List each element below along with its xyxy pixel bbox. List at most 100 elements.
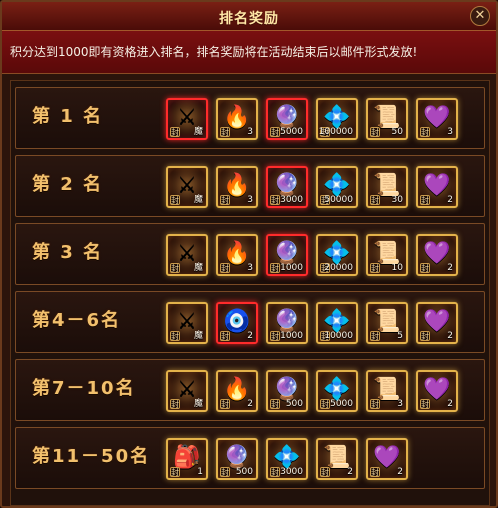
item-count: 3 bbox=[247, 127, 253, 137]
dark-orb-icon: 💠 bbox=[323, 173, 351, 199]
bound-icon: 封 bbox=[370, 263, 380, 273]
purple-pearl-icon: 💜 bbox=[373, 445, 401, 471]
reward-list: 第 1 名 ⚔ 封魔 🔥 封 3 🔮 封 5000 💠 封 100000 📜 封 50 💜 封 3 第 2 名 ⚔ 封魔… bbox=[10, 80, 490, 506]
rank-label: 第 3 名 bbox=[32, 242, 104, 263]
scroll-icon: 📜 bbox=[373, 173, 401, 199]
item-count: 魔 bbox=[193, 127, 203, 137]
reward-item-purple-pearl-icon[interactable]: 💜 封 2 bbox=[416, 234, 458, 276]
notice-banner: 积分达到1000即有资格进入排名，排名奖励将在活动结束后以邮件形式发放! bbox=[2, 31, 496, 74]
reward-item-blue-orb-icon[interactable]: 🔮 封 1000 bbox=[266, 234, 308, 276]
reward-item-blue-orb-icon[interactable]: 🔮 封 500 bbox=[216, 438, 258, 480]
item-count: 500 bbox=[235, 467, 253, 477]
reward-item-dark-orb-icon[interactable]: 💠 封 20000 bbox=[316, 234, 358, 276]
blue-orb-icon: 🔮 bbox=[273, 309, 301, 335]
blue-orb-icon: 🔮 bbox=[273, 105, 301, 131]
reward-item-purple-pearl-icon[interactable]: 💜 封 2 bbox=[416, 370, 458, 412]
item-count: 1000 bbox=[280, 263, 303, 273]
reward-item-sword-icon[interactable]: ⚔ 封魔 bbox=[166, 370, 208, 412]
reward-item-fire-bag-icon[interactable]: 🔥 封 3 bbox=[216, 98, 258, 140]
blue-orb-icon: 🔮 bbox=[273, 173, 301, 199]
fire-bag-icon: 🔥 bbox=[223, 241, 251, 267]
dark-orb-icon: 💠 bbox=[273, 445, 301, 471]
blue-orb-icon: 🔮 bbox=[223, 445, 251, 471]
item-count: 1000 bbox=[280, 331, 303, 341]
reward-item-sword-icon[interactable]: ⚔ 封魔 bbox=[166, 302, 208, 344]
reward-item-scroll-icon[interactable]: 📜 封 2 bbox=[316, 438, 358, 480]
item-count: 2 bbox=[347, 467, 353, 477]
reward-item-sword-icon[interactable]: ⚔ 封魔 bbox=[166, 166, 208, 208]
reward-item-dark-orb-icon[interactable]: 💠 封 100000 bbox=[316, 98, 358, 140]
item-count: 10 bbox=[391, 263, 403, 273]
scroll-icon: 📜 bbox=[373, 309, 401, 335]
dark-orb-icon: 💠 bbox=[323, 105, 351, 131]
item-count: 5000 bbox=[330, 399, 353, 409]
ranking-rewards-window: 排名奖励 ✕ 积分达到1000即有资格进入排名，排名奖励将在活动结束后以邮件形式… bbox=[0, 0, 498, 508]
close-icon[interactable]: ✕ bbox=[470, 6, 490, 26]
item-count: 3 bbox=[447, 127, 453, 137]
reward-item-blue-bag-icon[interactable]: 🧿 封 2 bbox=[216, 302, 258, 344]
reward-row: 第11－50名 🎒 封 1 🔮 封 500 💠 封 3000 📜 封 2 💜 封 2 bbox=[15, 427, 485, 489]
rank-label: 第 2 名 bbox=[32, 174, 104, 195]
bound-icon: 封 bbox=[270, 195, 280, 205]
bound-icon: 封 bbox=[370, 127, 380, 137]
item-count: 500 bbox=[285, 399, 303, 409]
bound-icon: 封 bbox=[220, 331, 230, 341]
fire-bag-icon: 🔥 bbox=[223, 377, 251, 403]
reward-item-purple-pearl-icon[interactable]: 💜 封 2 bbox=[416, 166, 458, 208]
reward-item-scroll-icon[interactable]: 📜 封 30 bbox=[366, 166, 408, 208]
item-count: 2 bbox=[397, 467, 403, 477]
item-count: 100000 bbox=[318, 127, 353, 137]
bound-icon: 封 bbox=[270, 263, 280, 273]
reward-item-fire-bag-icon[interactable]: 🔥 封 3 bbox=[216, 166, 258, 208]
bound-icon: 封 bbox=[170, 331, 180, 341]
item-count: 魔 bbox=[193, 399, 203, 409]
bound-icon: 封 bbox=[220, 263, 230, 273]
reward-item-blue-orb-icon[interactable]: 🔮 封 5000 bbox=[266, 98, 308, 140]
reward-item-scroll-icon[interactable]: 📜 封 3 bbox=[366, 370, 408, 412]
item-count: 2 bbox=[447, 263, 453, 273]
bound-icon: 封 bbox=[170, 467, 180, 477]
scroll-icon: 📜 bbox=[373, 105, 401, 131]
bound-icon: 封 bbox=[170, 127, 180, 137]
rank-label: 第 1 名 bbox=[32, 106, 104, 127]
reward-item-scroll-icon[interactable]: 📜 封 50 bbox=[366, 98, 408, 140]
reward-item-sword-icon[interactable]: ⚔ 封魔 bbox=[166, 98, 208, 140]
blue-bag-icon: 🧿 bbox=[223, 309, 251, 335]
reward-row: 第 2 名 ⚔ 封魔 🔥 封 3 🔮 封 3000 💠 封 50000 📜 封 30 💜 封 2 bbox=[15, 155, 485, 217]
reward-item-scroll-icon[interactable]: 📜 封 5 bbox=[366, 302, 408, 344]
reward-item-blue-orb-icon[interactable]: 🔮 封 500 bbox=[266, 370, 308, 412]
reward-item-sword-icon[interactable]: ⚔ 封魔 bbox=[166, 234, 208, 276]
item-count: 魔 bbox=[193, 195, 203, 205]
purple-pearl-icon: 💜 bbox=[423, 241, 451, 267]
reward-item-green-bag-icon[interactable]: 🎒 封 1 bbox=[166, 438, 208, 480]
reward-item-dark-orb-icon[interactable]: 💠 封 50000 bbox=[316, 166, 358, 208]
reward-item-dark-orb-icon[interactable]: 💠 封 5000 bbox=[316, 370, 358, 412]
reward-item-dark-orb-icon[interactable]: 💠 封 10000 bbox=[316, 302, 358, 344]
notice-text: 积分达到1000即有资格进入排名，排名奖励将在活动结束后以邮件形式发放! bbox=[10, 45, 418, 59]
bound-icon: 封 bbox=[220, 195, 230, 205]
reward-item-purple-pearl-icon[interactable]: 💜 封 2 bbox=[416, 302, 458, 344]
bound-icon: 封 bbox=[370, 467, 380, 477]
bound-icon: 封 bbox=[370, 399, 380, 409]
window-title: 排名奖励 bbox=[219, 11, 279, 27]
purple-pearl-icon: 💜 bbox=[423, 377, 451, 403]
title-bar: 排名奖励 ✕ bbox=[2, 2, 496, 31]
bound-icon: 封 bbox=[420, 399, 430, 409]
item-count: 3 bbox=[397, 399, 403, 409]
reward-item-dark-orb-icon[interactable]: 💠 封 3000 bbox=[266, 438, 308, 480]
reward-item-blue-orb-icon[interactable]: 🔮 封 1000 bbox=[266, 302, 308, 344]
fire-bag-icon: 🔥 bbox=[223, 173, 251, 199]
blue-orb-icon: 🔮 bbox=[273, 377, 301, 403]
bound-icon: 封 bbox=[320, 399, 330, 409]
item-count: 2 bbox=[447, 399, 453, 409]
reward-item-scroll-icon[interactable]: 📜 封 10 bbox=[366, 234, 408, 276]
reward-item-fire-bag-icon[interactable]: 🔥 封 3 bbox=[216, 234, 258, 276]
reward-item-purple-pearl-icon[interactable]: 💜 封 3 bbox=[416, 98, 458, 140]
reward-item-fire-bag-icon[interactable]: 🔥 封 2 bbox=[216, 370, 258, 412]
reward-row: 第 3 名 ⚔ 封魔 🔥 封 3 🔮 封 1000 💠 封 20000 📜 封 10 💜 封 2 bbox=[15, 223, 485, 285]
bound-icon: 封 bbox=[420, 263, 430, 273]
bound-icon: 封 bbox=[320, 467, 330, 477]
purple-pearl-icon: 💜 bbox=[423, 105, 451, 131]
reward-item-purple-pearl-icon[interactable]: 💜 封 2 bbox=[366, 438, 408, 480]
reward-item-blue-orb-icon[interactable]: 🔮 封 3000 bbox=[266, 166, 308, 208]
